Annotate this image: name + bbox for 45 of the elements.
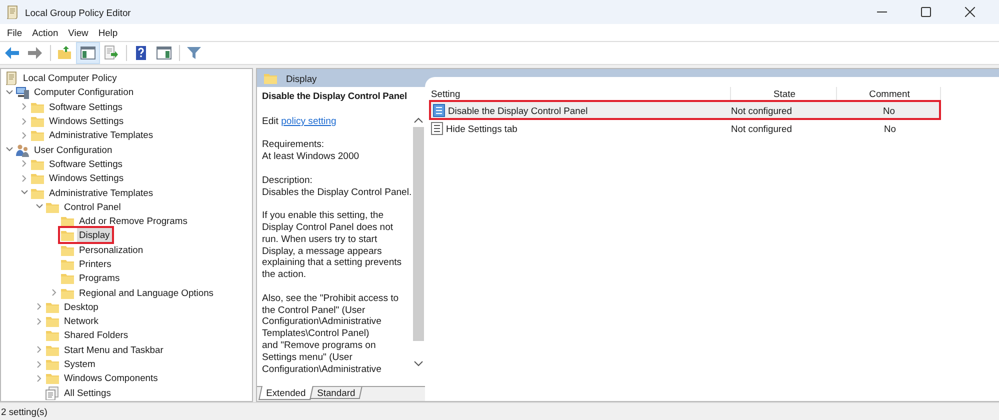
policy-setting-link[interactable]: policy setting	[281, 116, 336, 127]
table-cell: No	[837, 100, 941, 120]
menu-item[interactable]: View	[63, 27, 94, 38]
description-paragraph: Description: Disables the Display Control Panel.	[262, 174, 412, 198]
tree-item[interactable]: Administrative Templates	[47, 186, 156, 200]
tab[interactable]: Standard	[309, 387, 362, 399]
setting-cell[interactable]: Disable the Display Control Panel	[429, 100, 731, 120]
setting-cell[interactable]: Hide Settings tab	[429, 120, 731, 136]
pane-title: Display	[286, 72, 317, 84]
menu-item[interactable]: Help	[93, 27, 123, 38]
tree-item[interactable]: Windows Components	[62, 371, 160, 386]
tree-item[interactable]: Desktop	[62, 300, 100, 314]
tree-item[interactable]: Administrative Templates	[47, 128, 156, 142]
description-paragraph: If you enable this setting, the Display Control Panel does not run. When users try to start Display, a message appears explaining that a setting prevents the action.	[262, 210, 403, 281]
tree-item[interactable]: Local Computer Policy	[21, 71, 119, 86]
description-paragraph: Requirements: At least Windows 2000	[262, 139, 360, 163]
tree-item[interactable]: Printers	[77, 257, 114, 271]
table-cell: Not configured	[731, 100, 837, 120]
window-title: Local Group Policy Editor	[25, 6, 131, 18]
tree-item[interactable]: Shared Folders	[62, 328, 130, 342]
menu-item[interactable]: Action	[27, 27, 64, 38]
edit-text: Edit policy setting	[262, 116, 338, 128]
menu-item[interactable]: File	[2, 27, 28, 38]
tree-item[interactable]: Programs	[77, 271, 122, 286]
tree-item[interactable]: Windows Settings	[47, 171, 126, 186]
tree-item[interactable]: Network	[62, 314, 100, 328]
description-paragraph: Also, see the "Prohibit access to the Control Panel" (User Configuration\Administrative Templates\Control Panel) and "Remove programs on Settings menu" (User Configuration\Administrative	[262, 292, 400, 376]
table-cell-text: No	[883, 122, 897, 136]
tree-item[interactable]: Regional and Language Options	[77, 286, 216, 300]
tree-item[interactable]: Computer Configuration	[32, 85, 136, 100]
table-cell-text: Not configured	[731, 122, 793, 136]
tree-item[interactable]: User Configuration	[32, 142, 114, 157]
tree-item[interactable]: Software Settings	[47, 100, 124, 114]
tree-item[interactable]: Control Panel	[62, 200, 123, 214]
tree-item[interactable]: Windows Settings	[47, 114, 126, 128]
tab[interactable]: Extended	[258, 386, 314, 400]
tree-item[interactable]: Display	[77, 228, 112, 242]
status-text: 2 setting(s)	[0, 406, 48, 417]
tree-item[interactable]: Personalization	[77, 242, 146, 257]
setting-title: Disable the Display Control Panel	[262, 91, 408, 103]
tree-item[interactable]: Start Menu and Taskbar	[62, 342, 166, 357]
tree-item[interactable]: Add or Remove Programs	[77, 214, 190, 228]
tree-item[interactable]: Software Settings	[47, 156, 124, 171]
tree-item[interactable]: System	[62, 357, 98, 372]
tree-item[interactable]: All Settings	[62, 386, 113, 400]
